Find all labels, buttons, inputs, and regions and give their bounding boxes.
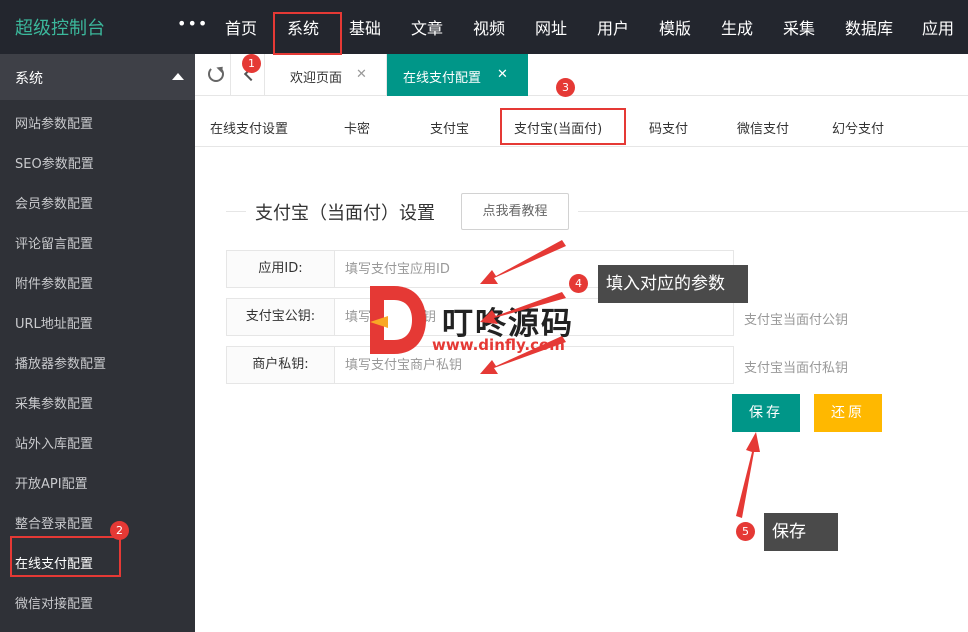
sidebar-section-label: 系统 bbox=[15, 71, 43, 87]
sidebar-item-login-integration[interactable]: 整合登录配置 bbox=[15, 513, 93, 532]
page-tabs-bar: 欢迎页面 ✕ 在线支付配置 ✕ bbox=[195, 54, 968, 96]
callout-save: 保存 bbox=[764, 513, 838, 551]
nav-home[interactable]: 首页 bbox=[225, 15, 257, 39]
sidebar-item-url-config[interactable]: URL地址配置 bbox=[15, 313, 93, 332]
tutorial-button[interactable]: 点我看教程 bbox=[461, 193, 569, 230]
subtab-code-pay[interactable]: 码支付 bbox=[649, 118, 688, 137]
top-nav-bar: 超级控制台 ••• 首页 系统 基础 文章 视频 网址 用户 模版 生成 采集 … bbox=[0, 0, 968, 54]
nav-apps[interactable]: 应用 bbox=[922, 15, 954, 39]
tab-online-payment-label: 在线支付配置 bbox=[403, 71, 482, 86]
tab-welcome-page[interactable]: 欢迎页面 ✕ bbox=[274, 54, 387, 96]
highlight-nav-system bbox=[273, 12, 342, 55]
sidebar-item-external-import[interactable]: 站外入库配置 bbox=[15, 433, 93, 452]
sidebar-item-seo-params[interactable]: SEO参数配置 bbox=[15, 153, 94, 172]
alipay-public-key-label: 支付宝公钥: bbox=[226, 298, 335, 336]
watermark-url: www.dinfly.com bbox=[432, 336, 565, 354]
close-icon[interactable]: ✕ bbox=[497, 67, 508, 82]
reset-button[interactable]: 还原 bbox=[814, 394, 882, 432]
nav-basic[interactable]: 基础 bbox=[349, 15, 381, 39]
nav-article[interactable]: 文章 bbox=[411, 15, 443, 39]
refresh-icon bbox=[208, 66, 224, 82]
step-marker-2: 2 bbox=[110, 521, 129, 540]
step-marker-4: 4 bbox=[569, 274, 588, 293]
subtab-wechat-pay[interactable]: 微信支付 bbox=[737, 118, 789, 137]
alipay-public-key-hint: 支付宝当面付公钥 bbox=[744, 313, 849, 328]
tab-welcome-label: 欢迎页面 bbox=[290, 71, 343, 86]
sidebar-item-collect-params[interactable]: 采集参数配置 bbox=[15, 393, 93, 412]
sidebar-section-header[interactable]: 系统 bbox=[0, 54, 195, 100]
caret-up-icon bbox=[172, 73, 184, 80]
sidebar-item-attachment-params[interactable]: 附件参数配置 bbox=[15, 273, 93, 292]
nav-collect[interactable]: 采集 bbox=[783, 15, 815, 39]
fieldset-divider-left bbox=[226, 211, 246, 212]
nav-generate[interactable]: 生成 bbox=[721, 15, 753, 39]
app-id-label: 应用ID: bbox=[226, 250, 335, 288]
highlight-subtab-alipay-f2f bbox=[500, 108, 626, 145]
subtab-payment-settings[interactable]: 在线支付设置 bbox=[210, 118, 288, 137]
callout-fill-params: 填入对应的参数 bbox=[598, 265, 748, 303]
form-title: 支付宝（当面付）设置 bbox=[255, 203, 435, 224]
save-button[interactable]: 保存 bbox=[732, 394, 800, 432]
app-logo[interactable]: 超级控制台 bbox=[15, 14, 105, 40]
highlight-sidebar-online-payment bbox=[10, 536, 121, 577]
watermark-logo-icon bbox=[370, 286, 426, 354]
step-marker-3: 3 bbox=[556, 78, 575, 97]
subtab-card-key[interactable]: 卡密 bbox=[344, 118, 370, 137]
sidebar-item-player-params[interactable]: 播放器参数配置 bbox=[15, 353, 106, 372]
fieldset-divider-right bbox=[578, 211, 968, 212]
tab-online-payment[interactable]: 在线支付配置 ✕ bbox=[387, 54, 528, 96]
nav-template[interactable]: 模版 bbox=[659, 15, 691, 39]
merchant-private-key-hint: 支付宝当面付私钥 bbox=[744, 361, 849, 376]
sidebar-item-site-params[interactable]: 网站参数配置 bbox=[15, 113, 93, 132]
nav-video[interactable]: 视频 bbox=[473, 15, 505, 39]
nav-url[interactable]: 网址 bbox=[535, 15, 567, 39]
nav-database[interactable]: 数据库 bbox=[845, 15, 893, 39]
sidebar-item-wechat-config[interactable]: 微信对接配置 bbox=[15, 593, 93, 612]
merchant-private-key-label: 商户私钥: bbox=[226, 346, 335, 384]
nav-user[interactable]: 用户 bbox=[597, 15, 629, 39]
subtab-huanxi-pay[interactable]: 幻兮支付 bbox=[832, 118, 884, 137]
step-marker-1: 1 bbox=[242, 54, 261, 73]
sidebar-item-member-params[interactable]: 会员参数配置 bbox=[15, 193, 93, 212]
step-marker-5: 5 bbox=[736, 522, 755, 541]
sidebar-item-open-api[interactable]: 开放API配置 bbox=[15, 473, 88, 492]
refresh-button[interactable] bbox=[199, 54, 231, 96]
more-menu-icon[interactable]: ••• bbox=[177, 14, 208, 33]
subtab-alipay[interactable]: 支付宝 bbox=[430, 118, 469, 137]
close-icon[interactable]: ✕ bbox=[356, 67, 367, 82]
sidebar-item-comment-config[interactable]: 评论留言配置 bbox=[15, 233, 93, 252]
